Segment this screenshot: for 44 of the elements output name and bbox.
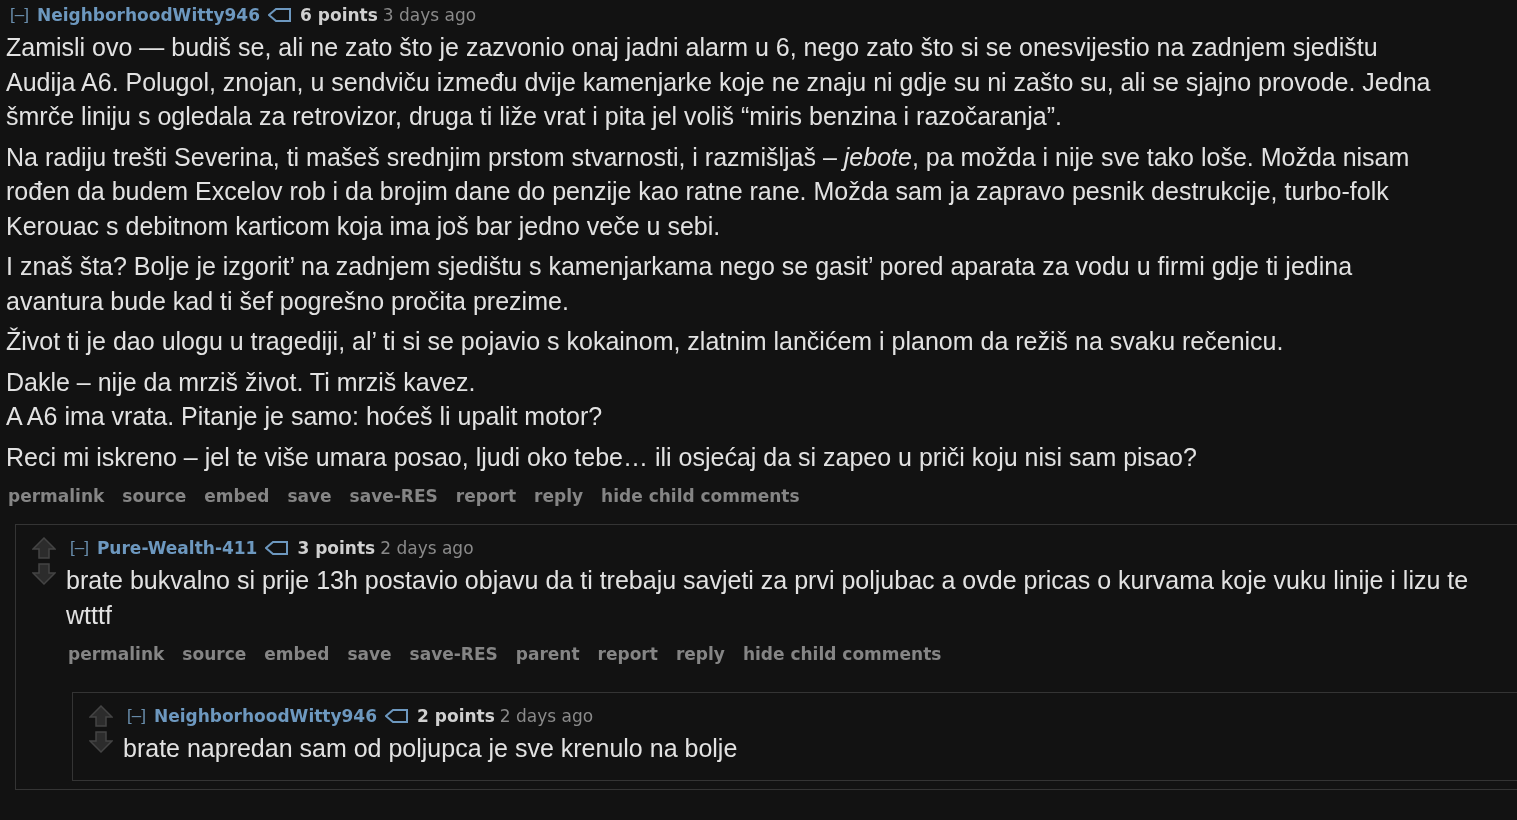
- comment-action-link[interactable]: report: [455, 486, 517, 506]
- comment-action-link[interactable]: embed: [264, 644, 330, 664]
- comment-action-link[interactable]: permalink: [8, 486, 105, 506]
- comment-action-link[interactable]: report: [597, 644, 658, 664]
- author-link[interactable]: Pure-Wealth-411: [96, 538, 258, 558]
- tag-icon: [385, 709, 410, 723]
- timestamp: 2 days ago: [499, 706, 594, 726]
- comment-paragraph: brate napredan sam od poljupca je sve krenulo na bolje: [123, 733, 739, 764]
- comment-action-link[interactable]: hide child comments: [601, 486, 800, 506]
- upvote-arrow-icon[interactable]: [89, 705, 113, 727]
- comment-paragraph: I znaš šta? Bolje je izgorit’ na zadnjem sjedištu s kamenjarkama nego se gasit’ pored aparata za vodu u firmi gdje ti jedina avantura bude kad ti šef pogrešno pročita prezime.: [6, 251, 1354, 317]
- comment-paragraph: Život ti je dao ulogu u tragediji, al’ ti si se pojavio s kokainom, zlatnim lančićem i planom da režiš na svaku rečenicu.: [6, 326, 1285, 357]
- timestamp: 2 days ago: [380, 538, 474, 558]
- comment-action-link[interactable]: parent: [515, 644, 580, 664]
- upvote-arrow-icon[interactable]: [32, 537, 56, 559]
- collapse-toggle[interactable]: [–]: [70, 538, 89, 558]
- comment-paragraph: Zamisli ovo — budiš se, ali ne zato što je zazvonio onaj jadni alarm u 6, nego zato što si se onesvijestio na zadnjem sjedištu Audija A6. Polugol, znojan, u sendviču između dvije kamenjarke koje ne znaju ni gdje su ni zašto su, ali se sjajno provode. Jedna šmrče liniju s ogledala za retrovizor, druga ti liže vrat i pita jel voliš “miris benzina i razočaranja”.: [6, 32, 1432, 132]
- tag-icon: [268, 8, 293, 22]
- comment-action-link[interactable]: source: [122, 486, 187, 506]
- comment-paragraph: brate bukvalno si prije 13h postavio objavu da ti trebaju savjeti za prvi poljubac a ovde pricas o kurvama koje vuku linije i lizu te wtttf: [66, 565, 1470, 631]
- author-link[interactable]: NeighborhoodWitty946: [36, 5, 261, 25]
- tag-icon: [265, 541, 290, 555]
- score: 2 points: [417, 706, 495, 726]
- collapse-toggle[interactable]: [–]: [10, 5, 29, 25]
- timestamp: 3 days ago: [382, 5, 477, 25]
- comment-action-link[interactable]: embed: [204, 486, 270, 506]
- comment-paragraph: Reci mi iskreno – jel te više umara posao, ljudi oko tebe… ili osjećaj da si zapeo u priči koju nisi sam pisao?: [6, 441, 1198, 473]
- comment-paragraph: Dakle – nije da mrziš život. Ti mrziš kavez. A A6 ima vrata. Pitanje je samo: hoćeš li upalit motor?: [6, 366, 604, 432]
- comment-action-link[interactable]: save: [287, 486, 332, 506]
- comment-action-link[interactable]: save-RES: [409, 644, 498, 664]
- comment-action-link[interactable]: reply: [675, 644, 725, 664]
- comment-action-link[interactable]: save: [347, 644, 392, 664]
- downvote-arrow-icon[interactable]: [89, 731, 113, 753]
- comment-action-link[interactable]: hide child comments: [742, 644, 942, 664]
- collapse-toggle[interactable]: [–]: [127, 706, 146, 726]
- comment-action-link[interactable]: permalink: [68, 644, 165, 664]
- author-link[interactable]: NeighborhoodWitty946: [153, 706, 378, 726]
- downvote-arrow-icon[interactable]: [32, 563, 56, 585]
- score: 3 points: [297, 538, 376, 558]
- score: 6 points: [300, 5, 378, 25]
- comment-paragraph: Na radiju trešti Severina, ti mašeš srednjim prstom stvarnosti, i razmišljaš – jebote, pa možda i nije sve tako loše. Možda nisam rođen da budem Excelov rob i da brojim dane do penzije kao ratne rane. Možda sam ja zapravo pesnik destrukcije, turbo-folk Kerouac s debitnom karticom koja ima još bar jedno veče u sebi.: [6, 141, 1411, 242]
- comment-action-link[interactable]: save-RES: [349, 486, 438, 506]
- comment-action-link[interactable]: reply: [534, 486, 584, 506]
- comment-action-link[interactable]: source: [182, 644, 247, 664]
